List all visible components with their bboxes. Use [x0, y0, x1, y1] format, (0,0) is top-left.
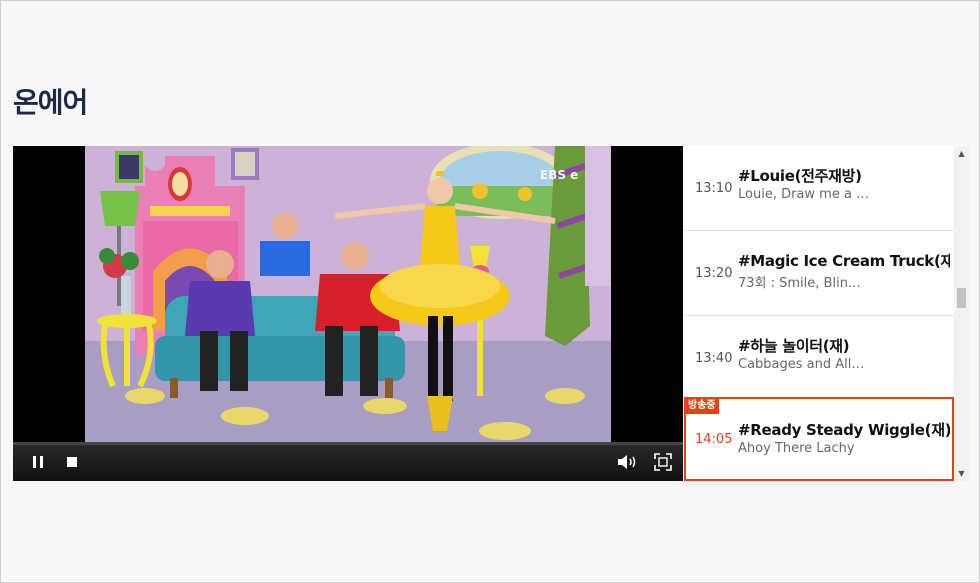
- scroll-thumb[interactable]: [957, 288, 966, 308]
- schedule-title: #하늘 놀이터(재): [738, 337, 850, 355]
- schedule-subtitle: Louie, Draw me a …: [738, 187, 870, 202]
- progress-track[interactable]: [13, 442, 683, 445]
- scroll-down-icon[interactable]: ▼: [954, 466, 969, 481]
- stop-button[interactable]: [57, 442, 87, 481]
- schedule-list[interactable]: 13:10 #Louie(전주재방) Louie, Draw me a … 13…: [684, 146, 969, 481]
- schedule-time: 13:40: [695, 350, 733, 366]
- video-frame[interactable]: EBS e: [85, 146, 611, 442]
- schedule-item[interactable]: 13:40 #하늘 놀이터(재) Cabbages and All…: [684, 316, 954, 401]
- schedule-time: 13:10: [695, 180, 733, 196]
- schedule-subtitle: Cabbages and All…: [738, 357, 865, 372]
- video-scene-image: EBS e: [85, 146, 611, 442]
- video-player[interactable]: EBS e: [13, 146, 683, 481]
- pause-icon: [33, 455, 43, 468]
- schedule-scrollbar[interactable]: ▲ ▼: [954, 146, 969, 481]
- pause-button[interactable]: [23, 442, 53, 481]
- schedule-title: #Magic Ice Cream Truck(재): [738, 252, 950, 270]
- scroll-up-icon[interactable]: ▲: [954, 146, 969, 161]
- volume-button[interactable]: [613, 442, 643, 481]
- schedule-item[interactable]: 13:10 #Louie(전주재방) Louie, Draw me a …: [684, 146, 954, 231]
- fullscreen-icon: [654, 452, 672, 471]
- volume-icon: [618, 454, 636, 469]
- player-control-bar: [13, 442, 683, 481]
- schedule-subtitle: 73회 : Smile, Blin…: [738, 276, 861, 291]
- schedule-time: 14:05: [695, 431, 733, 447]
- schedule-time: 13:20: [695, 265, 733, 281]
- schedule-title: #Louie(전주재방): [738, 167, 862, 185]
- fullscreen-button[interactable]: [648, 442, 678, 481]
- page-frame: 온에어 EBS e 13:10 #Louie(전주재방) Louie, Draw…: [0, 0, 980, 583]
- schedule-item-live[interactable]: 방송중 14:05 #Ready Steady Wiggle(재) Ahoy T…: [684, 397, 954, 481]
- schedule-title: #Ready Steady Wiggle(재): [738, 421, 950, 439]
- schedule-subtitle: Ahoy There Lachy: [738, 441, 855, 456]
- page-title: 온에어: [13, 86, 88, 119]
- schedule-item[interactable]: 13:20 #Magic Ice Cream Truck(재) 73회 : Sm…: [684, 231, 954, 316]
- stop-icon: [67, 456, 77, 467]
- channel-logo: EBS e: [540, 168, 578, 182]
